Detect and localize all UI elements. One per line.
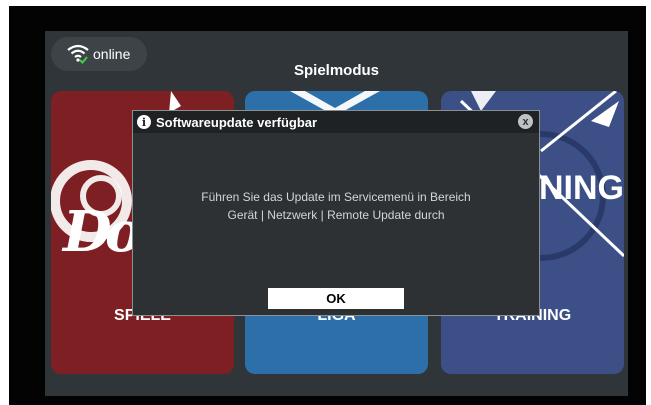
info-icon: i [137,115,151,129]
ok-button[interactable]: OK [268,288,404,309]
close-icon[interactable]: x [518,114,533,129]
dialog-message-line-2: Gerät | Netzwerk | Remote Update durch [227,208,445,222]
page-title: Spielmodus [293,62,379,79]
dialog-title: Softwareupdate verfügbar [156,114,318,130]
svg-text:NING: NING [539,169,624,207]
wifi-connected-icon [67,44,89,64]
software-update-dialog: i Softwareupdate verfügbar x Führen Sie … [132,110,540,316]
device-bezel: online Spielmodus D o SPIELE LIGA [9,6,646,405]
status-label: online [93,46,131,62]
dialog-message: Führen Sie das Update im Servicemenü in … [133,188,539,224]
screen: online Spielmodus D o SPIELE LIGA [45,31,628,396]
dialog-header: i Softwareupdate verfügbar x [133,111,539,133]
dialog-message-line-1: Führen Sie das Update im Servicemenü in … [201,190,471,204]
